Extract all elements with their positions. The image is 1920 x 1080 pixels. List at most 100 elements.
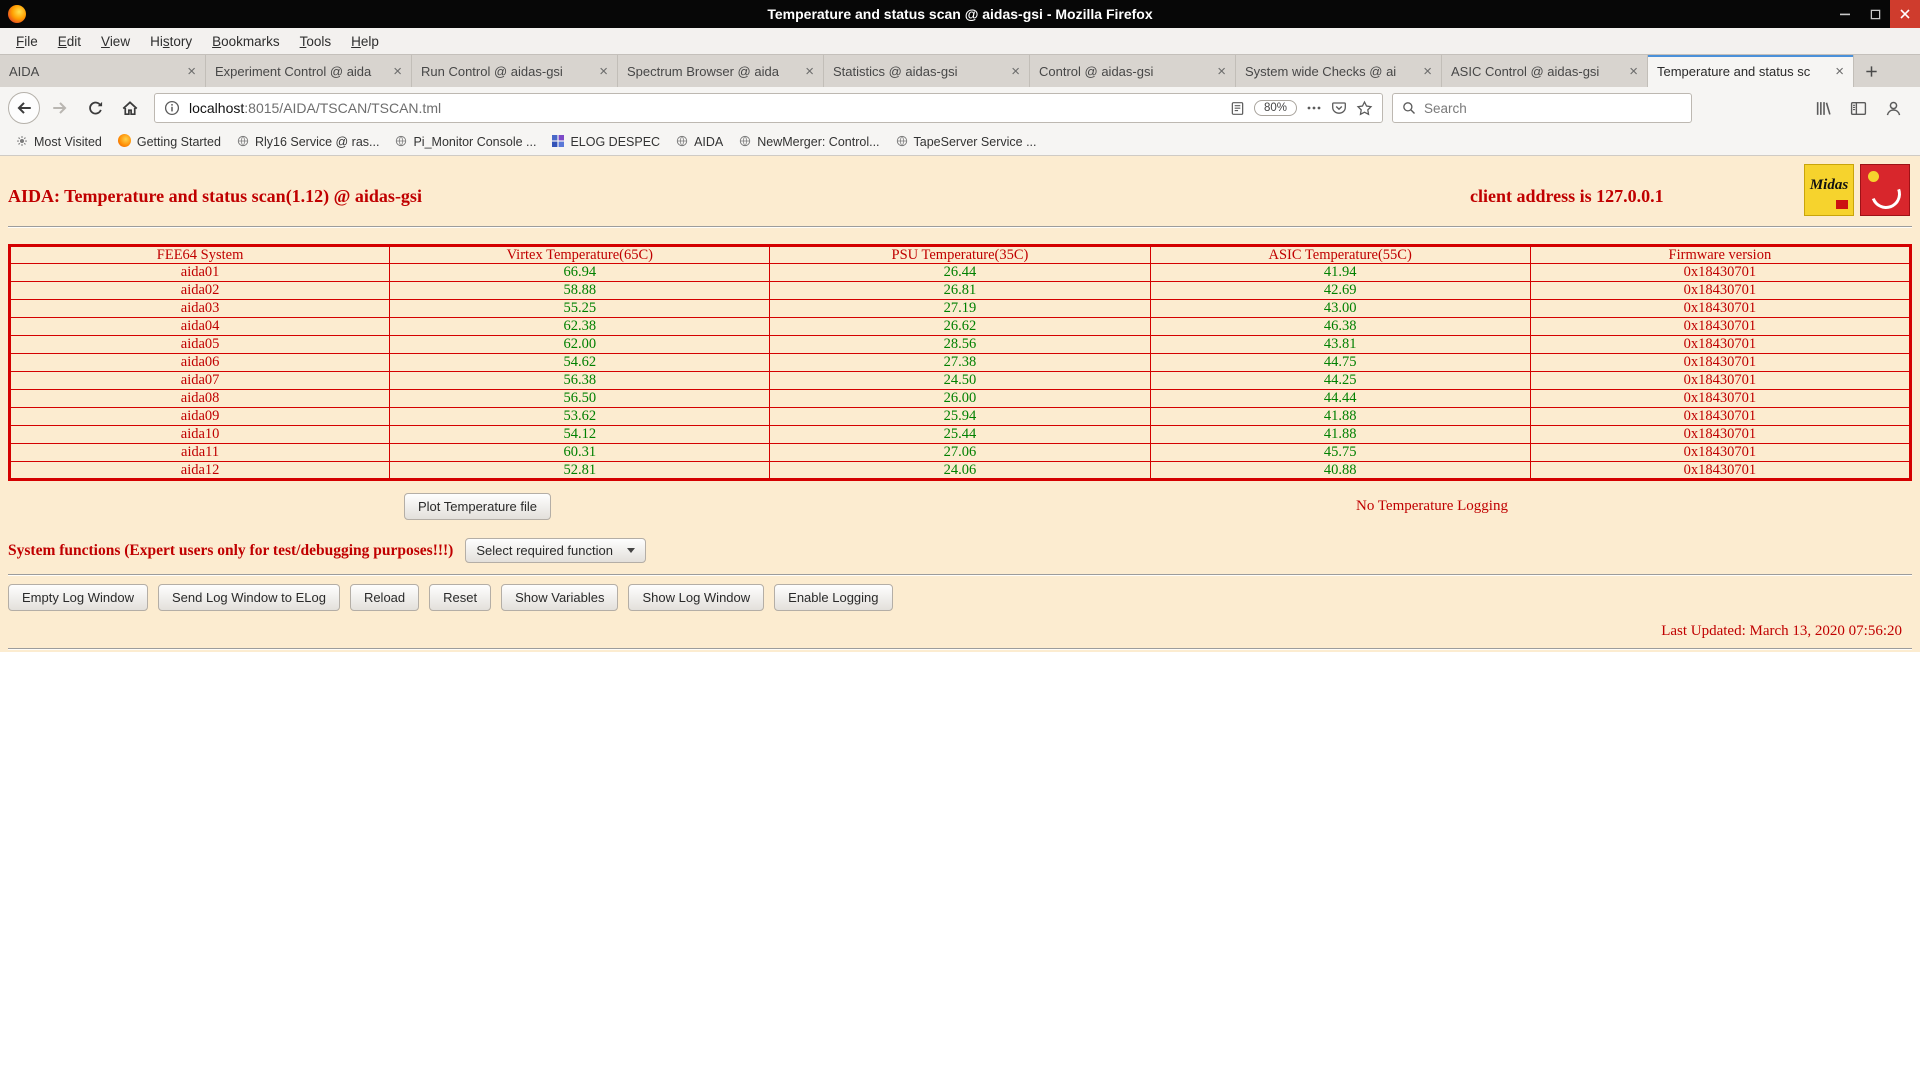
tab-close-icon[interactable]: ×: [805, 64, 814, 79]
menu-bookmarks[interactable]: Bookmarks: [202, 30, 290, 53]
tab-close-icon[interactable]: ×: [599, 64, 608, 79]
tab-title: ASIC Control @ aidas-gsi: [1451, 64, 1623, 79]
account-icon[interactable]: [1885, 100, 1902, 117]
page-actions-icon[interactable]: [1306, 100, 1322, 116]
show-log-window-button[interactable]: Show Log Window: [628, 584, 764, 611]
psu-cell: 26.81: [770, 282, 1150, 300]
send-log-window-to-elog-button[interactable]: Send Log Window to ELog: [158, 584, 340, 611]
tab-close-icon[interactable]: ×: [1835, 64, 1844, 79]
globe-icon: [896, 135, 908, 150]
table-row-aida01: aida0166.9426.4441.940x18430701: [10, 264, 1911, 282]
reader-mode-icon[interactable]: [1230, 101, 1245, 116]
menu-tools[interactable]: Tools: [290, 30, 342, 53]
asic-cell: 46.38: [1150, 318, 1530, 336]
new-tab-button[interactable]: [1854, 55, 1888, 87]
asic-cell: 41.88: [1150, 426, 1530, 444]
menu-history[interactable]: History: [140, 30, 202, 53]
bookmark-most-visited[interactable]: Most Visited: [8, 132, 110, 153]
firmware-cell: 0x18430701: [1530, 444, 1910, 462]
divider: [8, 574, 1912, 576]
show-variables-button[interactable]: Show Variables: [501, 584, 618, 611]
bookmark-elog-despec[interactable]: ELOG DESPEC: [544, 132, 668, 153]
system-cell: aida03: [10, 300, 390, 318]
tab-close-icon[interactable]: ×: [1217, 64, 1226, 79]
psu-cell: 26.44: [770, 264, 1150, 282]
bookmark-label: Pi_Monitor Console ...: [413, 135, 536, 149]
menu-view[interactable]: View: [91, 30, 140, 53]
page-info-icon[interactable]: [164, 100, 180, 116]
bookmark-getting-started[interactable]: Getting Started: [110, 131, 229, 153]
minimize-button[interactable]: [1830, 0, 1860, 28]
pocket-icon[interactable]: [1331, 100, 1347, 116]
tab-close-icon[interactable]: ×: [187, 64, 196, 79]
url-bar[interactable]: localhost:8015/AIDA/TSCAN/TSCAN.tml 80%: [154, 93, 1383, 123]
function-select[interactable]: Select required function: [465, 538, 646, 563]
system-cell: aida11: [10, 444, 390, 462]
tab-spectrum-browser-aida[interactable]: Spectrum Browser @ aida×: [618, 55, 824, 87]
menu-help[interactable]: Help: [341, 30, 389, 53]
psu-cell: 27.06: [770, 444, 1150, 462]
tab-statistics-aidas-gsi[interactable]: Statistics @ aidas-gsi×: [824, 55, 1030, 87]
maximize-button[interactable]: [1860, 0, 1890, 28]
firmware-cell: 0x18430701: [1530, 426, 1910, 444]
menu-edit[interactable]: Edit: [48, 30, 91, 53]
reset-button[interactable]: Reset: [429, 584, 491, 611]
globe-icon: [676, 135, 688, 150]
tab-control-aidas-gsi[interactable]: Control @ aidas-gsi×: [1030, 55, 1236, 87]
url-text: localhost:8015/AIDA/TSCAN/TSCAN.tml: [189, 100, 1221, 116]
firefox-icon: [8, 5, 26, 23]
reload-button[interactable]: Reload: [350, 584, 419, 611]
search-input[interactable]: [1424, 101, 1682, 116]
close-button[interactable]: [1890, 0, 1920, 28]
tab-aida[interactable]: AIDA ×: [0, 55, 206, 87]
reload-button[interactable]: [80, 93, 110, 123]
tab-asic-control-aidas-gsi[interactable]: ASIC Control @ aidas-gsi ×: [1442, 55, 1648, 87]
library-icon[interactable]: [1815, 100, 1832, 117]
forward-button[interactable]: [45, 93, 75, 123]
tab-strip: AIDA×Experiment Control @ aida×Run Contr…: [0, 55, 1854, 87]
empty-area: [0, 652, 1920, 1080]
asic-cell: 40.88: [1150, 462, 1530, 480]
tab-close-icon[interactable]: ×: [1011, 64, 1020, 79]
bookmark-aida[interactable]: AIDA: [668, 132, 731, 153]
system-cell: aida04: [10, 318, 390, 336]
back-button[interactable]: [8, 92, 40, 124]
virtex-cell: 56.50: [390, 390, 770, 408]
home-button[interactable]: [115, 93, 145, 123]
tab-close-icon[interactable]: ×: [1423, 64, 1432, 79]
table-row-aida03: aida0355.2527.1943.000x18430701: [10, 300, 1911, 318]
bookmark-star-icon[interactable]: [1356, 100, 1373, 117]
bookmark-newmerger-control[interactable]: NewMerger: Control...: [731, 132, 887, 153]
enable-logging-button[interactable]: Enable Logging: [774, 584, 892, 611]
page-content: AIDA: Temperature and status scan(1.12) …: [0, 156, 1920, 652]
tab-close-icon[interactable]: ×: [1629, 64, 1638, 79]
tab-title: AIDA: [9, 64, 181, 79]
system-cell: aida09: [10, 408, 390, 426]
tab-run-control-aidas-gsi[interactable]: Run Control @ aidas-gsi×: [412, 55, 618, 87]
bookmark-pi-monitor-console[interactable]: Pi_Monitor Console ...: [387, 132, 544, 153]
tab-close-icon[interactable]: ×: [393, 64, 402, 79]
plot-temperature-button[interactable]: Plot Temperature file: [404, 493, 551, 520]
search-bar[interactable]: [1392, 93, 1692, 123]
table-row-aida04: aida0462.3826.6246.380x18430701: [10, 318, 1911, 336]
table-body: aida0166.9426.4441.940x18430701aida0258.…: [10, 264, 1911, 480]
system-cell: aida06: [10, 354, 390, 372]
tab-temperature-and-status-sc[interactable]: Temperature and status sc×: [1648, 55, 1854, 87]
menu-file[interactable]: File: [6, 30, 48, 53]
psu-cell: 24.06: [770, 462, 1150, 480]
bookmark-label: NewMerger: Control...: [757, 135, 879, 149]
no-logging-status: No Temperature Logging: [1356, 498, 1508, 515]
system-functions-row: System functions (Expert users only for …: [8, 537, 1912, 564]
empty-log-window-button[interactable]: Empty Log Window: [8, 584, 148, 611]
zoom-indicator[interactable]: 80%: [1254, 100, 1297, 116]
sidebar-icon[interactable]: [1850, 100, 1867, 117]
tab-system-wide-checks-ai[interactable]: System wide Checks @ ai×: [1236, 55, 1442, 87]
table-row-aida06: aida0654.6227.3844.750x18430701: [10, 354, 1911, 372]
virtex-cell: 62.00: [390, 336, 770, 354]
system-cell: aida01: [10, 264, 390, 282]
tab-title: Experiment Control @ aida: [215, 64, 387, 79]
bookmark-rly16-service-ras[interactable]: Rly16 Service @ ras...: [229, 132, 388, 153]
tab-experiment-control-aida[interactable]: Experiment Control @ aida ×: [206, 55, 412, 87]
table-row-aida11: aida1160.3127.0645.750x18430701: [10, 444, 1911, 462]
bookmark-tapeserver-service[interactable]: TapeServer Service ...: [888, 132, 1045, 153]
